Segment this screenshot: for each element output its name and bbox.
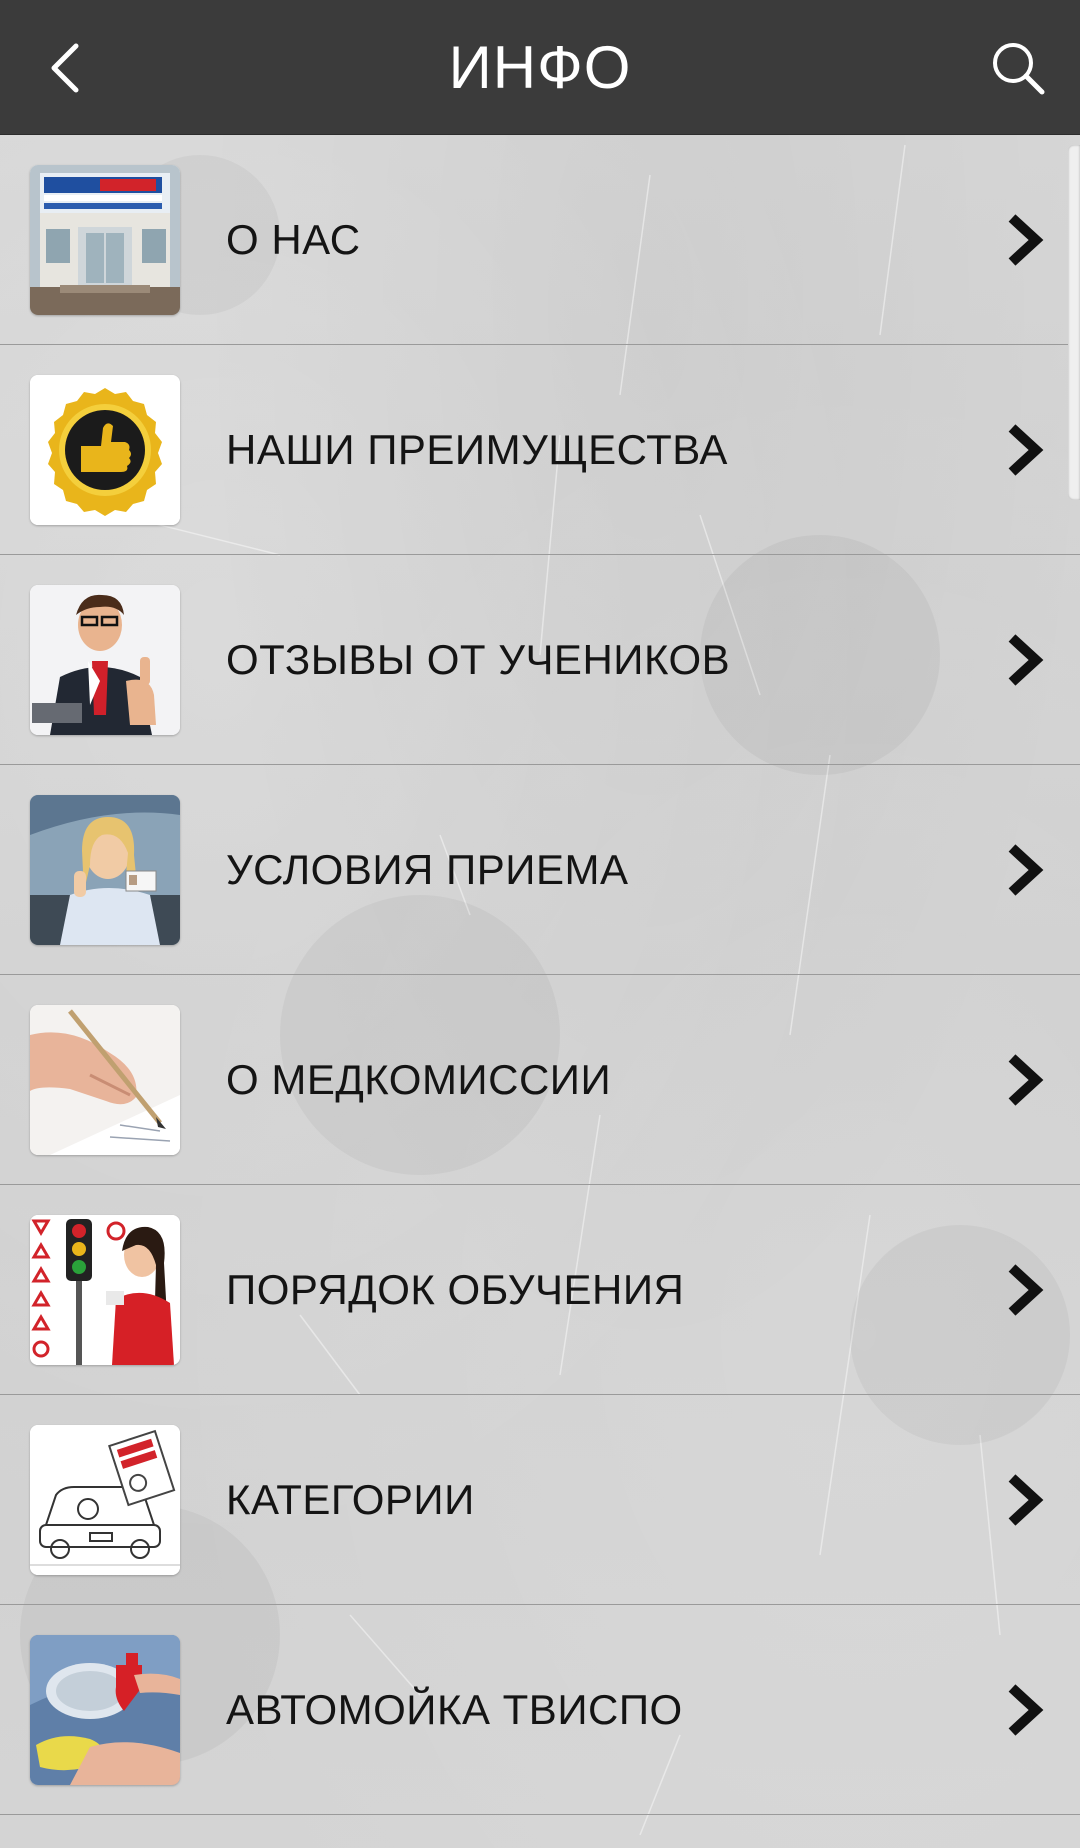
menu-item-label: УСЛОВИЯ ПРИЕМА <box>226 846 629 893</box>
thumbnail-image <box>30 165 180 315</box>
app-screen: ИНФО О НАС НАШИ ПРЕИМУЩЕСТВА ОТЗЫВЫ ОТ У… <box>0 0 1080 1848</box>
chevron-right-icon <box>1008 214 1044 266</box>
thumbnail-image <box>30 1635 180 1785</box>
top-app-bar: ИНФО <box>0 0 1080 135</box>
businessman-thumbs-up-photo <box>30 585 180 735</box>
menu-item-admission[interactable]: УСЛОВИЯ ПРИЕМА <box>0 765 1080 975</box>
chevron-right-icon <box>1008 844 1044 896</box>
chevron-right-icon <box>1008 634 1044 686</box>
back-button[interactable] <box>28 28 108 108</box>
chevron-right-icon <box>1008 1264 1044 1316</box>
car-wash-photo <box>30 1635 180 1785</box>
chevron-right-icon <box>1008 1474 1044 1526</box>
chevron-right-icon <box>1008 1054 1044 1106</box>
traffic-light-woman-photo <box>30 1215 180 1365</box>
menu-item-advantages[interactable]: НАШИ ПРЕИМУЩЕСТВА <box>0 345 1080 555</box>
thumbs-up-seal-image <box>30 375 180 525</box>
menu-item-label: ОТЗЫВЫ ОТ УЧЕНИКОВ <box>226 636 731 683</box>
menu-item-categories[interactable]: КАТЕГОРИИ <box>0 1395 1080 1605</box>
scroll-indicator[interactable] <box>1068 145 1080 500</box>
menu-item-label: НАШИ ПРЕИМУЩЕСТВА <box>226 426 728 473</box>
page-title: ИНФО <box>448 33 632 101</box>
thumbnail-image <box>30 585 180 735</box>
thumbnail-image <box>30 795 180 945</box>
thumbnail-image <box>30 1005 180 1155</box>
chevron-left-icon <box>51 43 79 93</box>
school-building-photo <box>30 165 180 315</box>
menu-item-car-wash[interactable]: АВТОМОЙКА ТВИСПО <box>0 1605 1080 1815</box>
woman-driver-license-photo <box>30 795 180 945</box>
menu-item-reviews[interactable]: ОТЗЫВЫ ОТ УЧЕНИКОВ <box>0 555 1080 765</box>
menu-item-training-order[interactable]: ПОРЯДОК ОБУЧЕНИЯ <box>0 1185 1080 1395</box>
menu-item-label: О НАС <box>226 216 361 263</box>
menu-item-label: КАТЕГОРИИ <box>226 1476 475 1523</box>
chevron-right-icon <box>1008 424 1044 476</box>
search-icon <box>993 43 1045 95</box>
menu-item-label: АВТОМОЙКА ТВИСПО <box>226 1686 683 1733</box>
search-button[interactable] <box>978 28 1058 108</box>
thumbnail-image <box>30 375 180 525</box>
menu-item-about[interactable]: О НАС <box>0 135 1080 345</box>
menu-item-label: ПОРЯДОК ОБУЧЕНИЯ <box>226 1266 685 1313</box>
hand-signing-document-photo <box>30 1005 180 1155</box>
chevron-right-icon <box>1008 1684 1044 1736</box>
info-menu-list[interactable]: О НАС НАШИ ПРЕИМУЩЕСТВА ОТЗЫВЫ ОТ УЧЕНИК… <box>0 135 1080 1848</box>
thumbnail-image <box>30 1425 180 1575</box>
thumbnail-image <box>30 1215 180 1365</box>
menu-item-medical[interactable]: О МЕДКОМИССИИ <box>0 975 1080 1185</box>
menu-item-label: О МЕДКОМИССИИ <box>226 1056 612 1103</box>
car-driving-license-drawing <box>30 1425 180 1575</box>
